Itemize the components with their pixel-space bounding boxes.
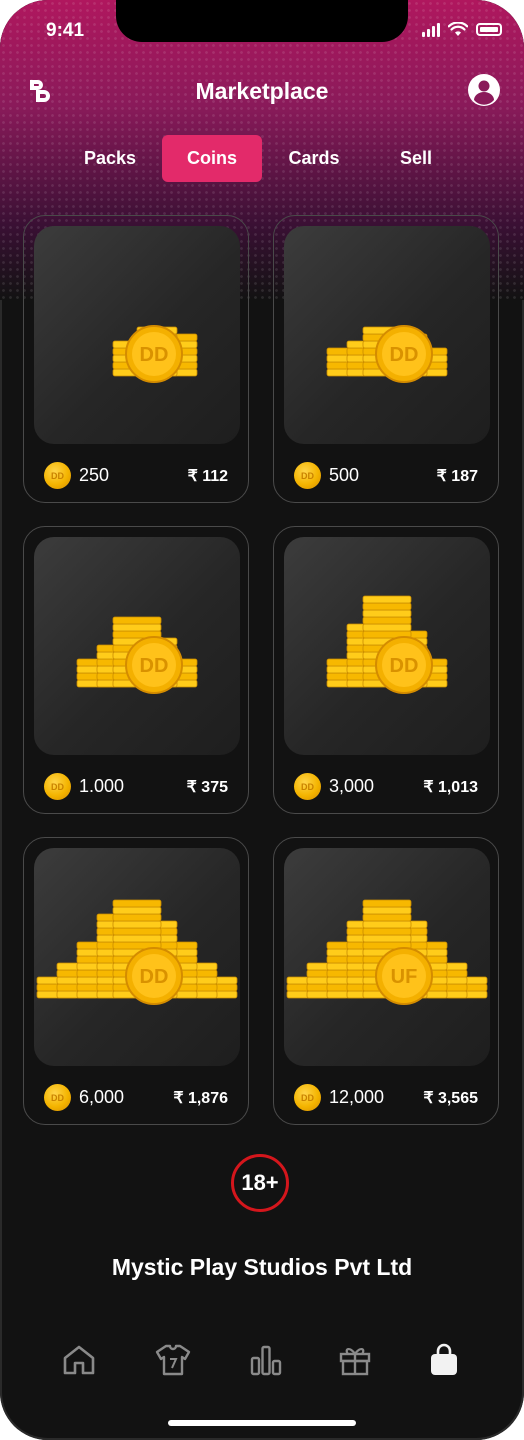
status-icons xyxy=(422,22,502,37)
coin-layer xyxy=(112,934,162,943)
page-title: Marketplace xyxy=(195,78,329,104)
coin-amount: 3,000 xyxy=(329,776,375,796)
coin-layer xyxy=(112,899,162,908)
coin-layer xyxy=(112,623,162,632)
coin-mark: DD xyxy=(140,344,169,366)
battery-icon xyxy=(476,23,502,36)
coin-layer xyxy=(112,920,162,929)
leaderboard-icon xyxy=(250,1345,282,1376)
status-time: 9:41 xyxy=(46,20,85,41)
coin-amount: 12,000 xyxy=(329,1087,385,1107)
coin-amount: 1.000 xyxy=(79,776,125,796)
phone-screen: 9:41 Marketplace Packs Coins Cards Sell … xyxy=(0,0,524,1440)
gift-icon xyxy=(339,1348,371,1376)
coin-stack-image: DD xyxy=(284,537,490,755)
coin-layer xyxy=(362,899,412,908)
coin-mark: UF xyxy=(391,966,418,988)
tab-coins[interactable]: Coins xyxy=(162,135,262,182)
tab-cards[interactable]: Cards xyxy=(264,135,364,182)
nav-marketplace[interactable] xyxy=(424,1340,464,1380)
coin-mark: DD xyxy=(390,655,419,677)
home-indicator xyxy=(168,1420,356,1426)
home-icon xyxy=(63,1345,95,1375)
coin-layer xyxy=(362,602,412,611)
tab-packs[interactable]: Packs xyxy=(60,135,160,182)
coin-price: ₹ 3,565 xyxy=(423,1089,478,1107)
coin-icon: DD xyxy=(44,462,71,489)
coin-pack-card[interactable]: DD DD 1.000 ₹ 375 xyxy=(23,526,249,814)
coin-layer xyxy=(362,623,412,632)
device-notch xyxy=(116,0,408,42)
coin-price: ₹ 375 xyxy=(186,778,228,796)
coin-stack-image: DD xyxy=(34,537,240,755)
coin-pack-card[interactable]: DD DD 250 ₹ 112 xyxy=(23,215,249,503)
coin-mark: DD xyxy=(140,655,169,677)
coin-mark: DD xyxy=(390,344,419,366)
jersey-icon xyxy=(155,1344,191,1376)
nav-team[interactable] xyxy=(153,1340,193,1380)
coin-stack-image: DD xyxy=(284,226,490,444)
coin-amount: 6,000 xyxy=(79,1087,125,1107)
company-name: Mystic Play Studios Pvt Ltd xyxy=(111,1254,413,1280)
coin-icon: DD xyxy=(294,773,321,800)
coin-mark: DD xyxy=(140,966,169,988)
coin-price: ₹ 1,013 xyxy=(423,778,478,796)
coin-layer xyxy=(362,920,412,929)
coin-stack-image: DD xyxy=(34,226,240,444)
coin-stack-image: UF xyxy=(284,848,490,1066)
signal-icon xyxy=(422,22,440,37)
coin-amount: 500 xyxy=(329,465,360,485)
nav-leaderboard[interactable] xyxy=(246,1340,286,1380)
coin-amount: 250 xyxy=(79,465,110,485)
coin-icon: DD xyxy=(44,773,71,800)
bottom-navigation xyxy=(0,1340,524,1390)
coin-layer xyxy=(362,616,412,625)
profile-icon[interactable] xyxy=(468,74,500,106)
tab-bar: Packs Coins Cards Sell xyxy=(60,135,468,182)
coin-layer xyxy=(112,927,162,936)
coin-pack-card[interactable]: DD DD 500 ₹ 187 xyxy=(273,215,499,503)
shopping-bag-icon xyxy=(431,1343,457,1375)
coin-layer xyxy=(362,934,412,943)
age-rating-badge: 18+ xyxy=(231,1154,289,1212)
wifi-icon xyxy=(448,22,468,36)
coin-pack-card[interactable]: UF DD 12,000 ₹ 3,565 xyxy=(273,837,499,1125)
coin-price: ₹ 112 xyxy=(187,467,228,485)
coin-layer xyxy=(362,927,412,936)
coin-icon: DD xyxy=(294,1084,321,1111)
coin-price: ₹ 1,876 xyxy=(173,1089,228,1107)
coin-layer xyxy=(362,595,412,604)
coin-price: ₹ 187 xyxy=(436,467,478,485)
nav-home[interactable] xyxy=(59,1340,99,1380)
coin-layer xyxy=(362,609,412,618)
coin-layer xyxy=(362,913,412,922)
nav-rewards[interactable] xyxy=(335,1340,375,1380)
coin-layer xyxy=(112,913,162,922)
coin-pack-card[interactable]: DD DD 6,000 ₹ 1,876 xyxy=(23,837,249,1125)
coin-icon: DD xyxy=(294,462,321,489)
coin-stack-image: DD xyxy=(34,848,240,1066)
coin-layer xyxy=(112,906,162,915)
coin-layer xyxy=(362,906,412,915)
coin-pack-card[interactable]: DD DD 3,000 ₹ 1,013 xyxy=(273,526,499,814)
coin-layer xyxy=(112,616,162,625)
tab-sell[interactable]: Sell xyxy=(366,135,466,182)
coin-icon: DD xyxy=(44,1084,71,1111)
